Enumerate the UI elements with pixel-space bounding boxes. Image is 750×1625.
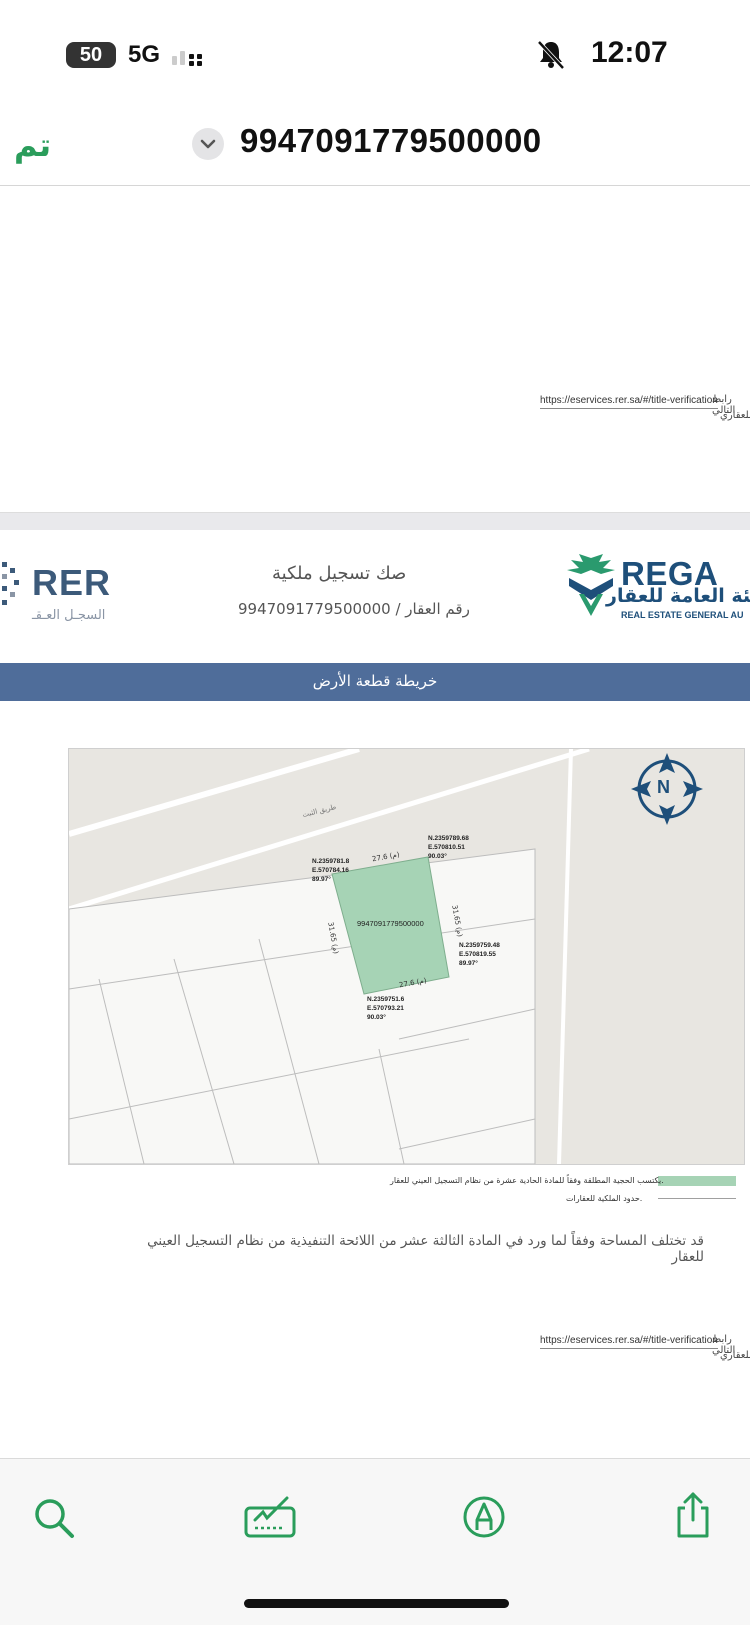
verification-link-2[interactable]: https://eservices.rer.sa/#/title-verific… — [540, 1335, 718, 1349]
footer-note: للعقاري — [720, 410, 750, 421]
search-icon[interactable] — [32, 1496, 76, 1540]
network-label: 5G — [128, 41, 161, 68]
property-number: رقم العقار / 9947091779500000 — [238, 600, 470, 618]
map-drawing — [69, 749, 744, 1164]
done-button[interactable]: تم — [14, 126, 51, 164]
footer-note-2: للعقاري — [720, 1350, 750, 1361]
corner-se-easting: E.570819.55 — [459, 951, 496, 958]
area-note: قد تختلف المساحة وفقاً لما ورد في المادة… — [147, 1233, 704, 1265]
rer-logo-mark — [2, 562, 19, 605]
legend-swatch-boundary — [658, 1198, 736, 1199]
signature-icon[interactable] — [243, 1494, 299, 1540]
deed-title: صك تسجيل ملكية — [272, 563, 407, 584]
signal-icon — [172, 51, 202, 66]
corner-se-angle: 89.97° — [459, 960, 478, 967]
corner-se-northing: N.2359759.48 — [459, 942, 500, 949]
corner-se: N.2359759.48 E.570819.55 89.97° — [459, 941, 500, 968]
rer-logo-subtitle: السجـل العـقـ — [32, 608, 106, 623]
section-header: خريطة قطعة الأرض — [0, 663, 750, 701]
clock: 12:07 — [591, 36, 668, 69]
north-label: N — [657, 777, 670, 797]
markup-icon[interactable] — [461, 1494, 507, 1540]
corner-nw-northing: N.2359781.8 — [312, 858, 350, 865]
home-indicator[interactable] — [244, 1599, 509, 1608]
corner-ne-northing: N.2359789.68 — [428, 835, 469, 842]
chevron-down-icon — [200, 139, 216, 149]
corner-nw-easting: E.570784.16 — [312, 867, 349, 874]
corner-sw: N.2359751.6 E.570793.21 90.03° — [367, 995, 404, 1022]
section-title: خريطة قطعة الأرض — [312, 672, 438, 690]
corner-nw: N.2359781.8 E.570784.16 89.97° — [312, 857, 349, 884]
document-title: 9947091779500000 — [240, 122, 542, 159]
legend-label-boundary: حدود الملكية للعقارات. — [566, 1194, 643, 1203]
rega-logo-english: REAL ESTATE GENERAL AU — [621, 610, 744, 620]
corner-sw-easting: E.570793.21 — [367, 1005, 404, 1012]
parcel-number-label: 9947091779500000 — [357, 919, 424, 928]
mute-bell-icon — [537, 40, 565, 70]
corner-ne-easting: E.570810.51 — [428, 844, 465, 851]
verification-link[interactable]: https://eservices.rer.sa/#/title-verific… — [540, 395, 718, 409]
pdf-page-1: https://eservices.rer.sa/#/title-verific… — [0, 186, 750, 512]
corner-sw-northing: N.2359751.6 — [367, 996, 405, 1003]
page-separator — [0, 512, 750, 531]
battery-level: 50 — [79, 44, 103, 66]
corner-ne-angle: 90.03° — [428, 853, 447, 860]
share-icon[interactable] — [673, 1490, 713, 1540]
legend-label-parcel: يكتسب الحجية المطلقة وفقاً للمادة الحادي… — [390, 1176, 664, 1185]
status-bar: 50 5G 12:07 — [0, 0, 750, 100]
title-menu-button[interactable] — [192, 128, 224, 160]
land-parcel-map: N طريق الثبت 9947091779500000 27.6 (م) 3… — [68, 748, 745, 1165]
legend-swatch-parcel — [658, 1176, 736, 1186]
corner-ne: N.2359789.68 E.570810.51 90.03° — [428, 834, 469, 861]
battery-indicator: 50 — [66, 42, 116, 68]
rer-logo-text: RER — [32, 562, 112, 603]
corner-sw-angle: 90.03° — [367, 1014, 386, 1021]
corner-nw-angle: 89.97° — [312, 876, 331, 883]
rega-logo-arabic: الهيئة العامة للعقار — [606, 585, 750, 607]
